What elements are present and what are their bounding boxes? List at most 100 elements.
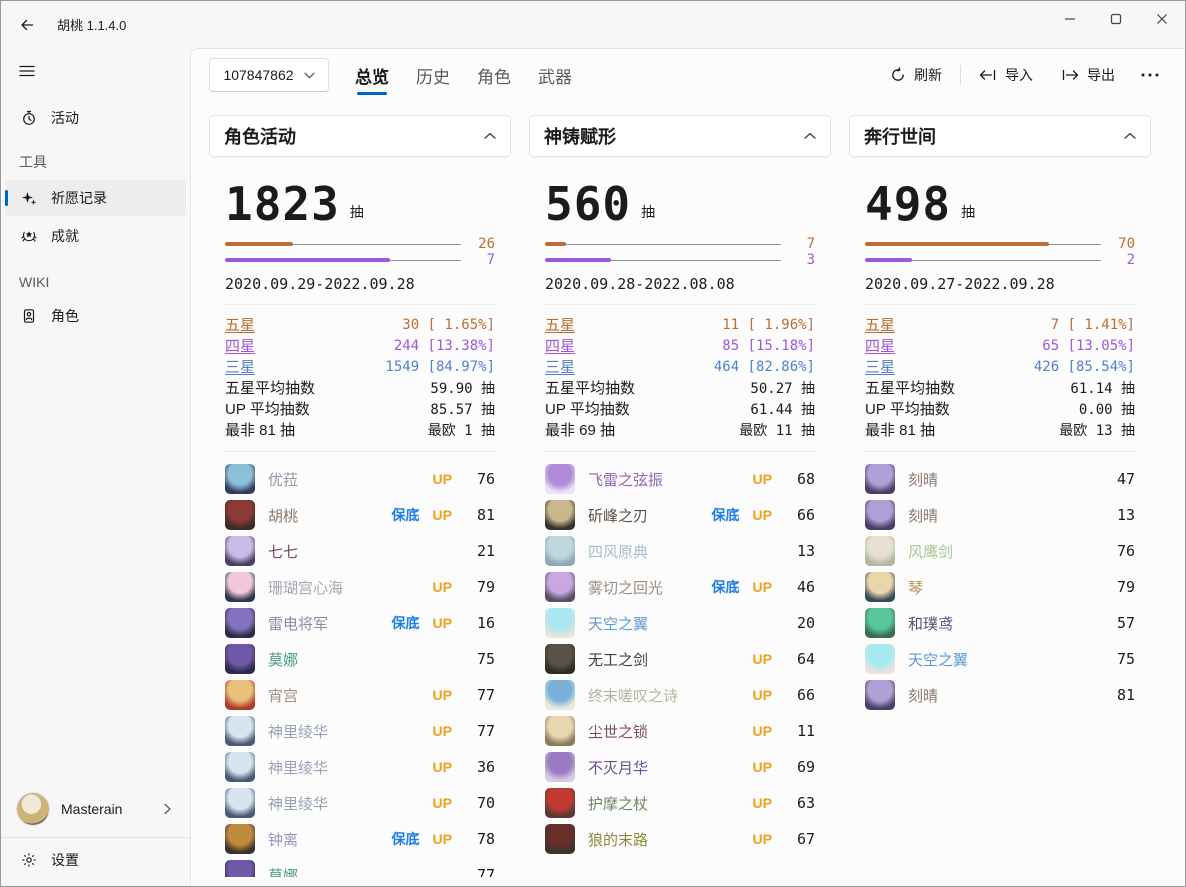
sidebar-item-label: 设置: [51, 850, 79, 870]
item-pull-count: 36: [465, 758, 495, 776]
item-name: 斫峰之刃: [588, 505, 648, 526]
minimize-button[interactable]: [1047, 1, 1093, 37]
item-avatar: [865, 572, 895, 602]
banner-title: 神铸赋形: [544, 123, 616, 149]
user-account-item[interactable]: Masterain: [5, 783, 186, 835]
more-button[interactable]: [1133, 67, 1167, 83]
item-pull-count: 20: [785, 614, 815, 632]
stat-row: UP 平均抽数0.00 抽: [865, 398, 1135, 419]
divider: [960, 65, 961, 85]
item-avatar: [545, 752, 575, 782]
stat-link-label[interactable]: 五星: [225, 314, 255, 335]
item-avatar: [545, 788, 575, 818]
item-avatar: [225, 500, 255, 530]
pull-item-row[interactable]: 神里绫华UP70: [225, 785, 495, 821]
pull-item-row[interactable]: 尘世之锁UP11: [545, 713, 815, 749]
tab-overview[interactable]: 总览: [355, 49, 389, 101]
pull-item-row[interactable]: 胡桃保底UP81: [225, 497, 495, 533]
tab-history[interactable]: 历史: [416, 49, 450, 101]
stat-link-label[interactable]: 四星: [545, 335, 575, 356]
pull-item-row[interactable]: 四风原典13: [545, 533, 815, 569]
item-avatar: [865, 680, 895, 710]
pull-item-row[interactable]: 终末嗟叹之诗UP66: [545, 677, 815, 713]
pull-item-row[interactable]: 琴79: [865, 569, 1135, 605]
pull-item-row[interactable]: 天空之翼20: [545, 605, 815, 641]
stat-link-label[interactable]: 三星: [865, 356, 895, 377]
pull-item-row[interactable]: 珊瑚宫心海UP79: [225, 569, 495, 605]
hamburger-button[interactable]: [9, 54, 45, 88]
item-name: 刻晴: [908, 469, 938, 490]
stat-link-label[interactable]: 五星: [865, 314, 895, 335]
tab-weapon[interactable]: 武器: [538, 49, 572, 101]
guarantee-badge: 保底: [712, 577, 740, 597]
sidebar-item-label: 活动: [51, 108, 79, 128]
chevron-down-icon: [304, 72, 315, 79]
pull-item-row[interactable]: 钟离保底UP78: [225, 821, 495, 857]
sidebar-item-wish-records[interactable]: 祈愿记录: [5, 180, 186, 216]
banner-header[interactable]: 角色活动: [209, 115, 511, 157]
banner-stats: 五星7 [ 1.41%]四星65 [13.05%]三星426 [85.54%]五…: [865, 314, 1135, 440]
stat-link-label[interactable]: 四星: [865, 335, 895, 356]
pull-item-row[interactable]: 神里绫华UP36: [225, 749, 495, 785]
item-right: 75: [1105, 650, 1135, 668]
pull-item-row[interactable]: 宵宫UP77: [225, 677, 495, 713]
pull-item-row[interactable]: 狼的末路UP67: [545, 821, 815, 857]
uid-dropdown[interactable]: 107847862: [209, 58, 329, 92]
stat-link-label[interactable]: 三星: [545, 356, 575, 377]
bar-value: 2: [1105, 252, 1135, 268]
item-avatar: [225, 788, 255, 818]
item-avatar: [225, 644, 255, 674]
stat-row: 三星464 [82.86%]: [545, 356, 815, 377]
back-button[interactable]: [11, 9, 43, 41]
export-button[interactable]: 导出: [1051, 59, 1125, 91]
pull-item-row[interactable]: 雷电将军保底UP16: [225, 605, 495, 641]
stat-link-label[interactable]: 三星: [225, 356, 255, 377]
maximize-button[interactable]: [1093, 1, 1139, 37]
item-avatar: [865, 500, 895, 530]
pull-item-row[interactable]: 飞雷之弦振UP68: [545, 461, 815, 497]
item-name: 莫娜: [268, 649, 298, 670]
item-pull-count: 66: [785, 506, 815, 524]
item-name: 神里绫华: [268, 721, 328, 742]
item-right: UP67: [753, 830, 815, 848]
pull-item-row[interactable]: 刻晴13: [865, 497, 1135, 533]
sidebar-item-characters[interactable]: 角色: [5, 298, 186, 334]
close-button[interactable]: [1139, 1, 1185, 37]
pull-item-row[interactable]: 刻晴81: [865, 677, 1135, 713]
pull-item-row[interactable]: 无工之剑UP64: [545, 641, 815, 677]
import-button[interactable]: 导入: [969, 59, 1043, 91]
total-pull-count: 1823: [225, 181, 340, 227]
item-right: 保底UP78: [392, 829, 495, 849]
sidebar-item-achievements[interactable]: 成就: [5, 218, 186, 254]
app-title: 胡桃 1.1.4.0: [57, 15, 126, 34]
pull-item-row[interactable]: 刻晴47: [865, 461, 1135, 497]
pull-item-row[interactable]: 和璞鸢57: [865, 605, 1135, 641]
stat-link-label[interactable]: 五星: [545, 314, 575, 335]
pull-item-row[interactable]: 护摩之杖UP63: [545, 785, 815, 821]
pull-item-row[interactable]: 七七21: [225, 533, 495, 569]
pull-item-row[interactable]: 不灭月华UP69: [545, 749, 815, 785]
sidebar-item-settings[interactable]: 设置: [5, 840, 186, 880]
refresh-button[interactable]: 刷新: [880, 59, 952, 91]
item-pull-count: 81: [465, 506, 495, 524]
pull-item-row[interactable]: 莫娜75: [225, 641, 495, 677]
pull-item-row[interactable]: 风鹰剑76: [865, 533, 1135, 569]
pull-item-row[interactable]: 雾切之回光保底UP46: [545, 569, 815, 605]
pull-item-row[interactable]: 优菈UP76: [225, 461, 495, 497]
sidebar-item-activity[interactable]: 活动: [5, 100, 186, 136]
pull-item-row[interactable]: 天空之翼75: [865, 641, 1135, 677]
total-row: 498抽: [865, 169, 1135, 227]
stat-value: 244 [13.38%]: [394, 338, 495, 354]
tab-character[interactable]: 角色: [477, 49, 511, 101]
up-badge: UP: [433, 723, 452, 739]
pull-item-row[interactable]: 斫峰之刃保底UP66: [545, 497, 815, 533]
stat-value: 7 [ 1.41%]: [1051, 317, 1135, 333]
banner-header[interactable]: 奔行世间: [849, 115, 1151, 157]
pull-item-row[interactable]: 莫娜77: [225, 857, 495, 877]
sidebar-item-label: 祈愿记录: [51, 188, 107, 208]
banner-header[interactable]: 神铸赋形: [529, 115, 831, 157]
pull-item-row[interactable]: 神里绫华UP77: [225, 713, 495, 749]
stat-link-label[interactable]: 四星: [225, 335, 255, 356]
bar-fill: [225, 242, 293, 246]
banner-body: 560抽732020.09.28-2022.08.08五星11 [ 1.96%]…: [529, 169, 831, 857]
